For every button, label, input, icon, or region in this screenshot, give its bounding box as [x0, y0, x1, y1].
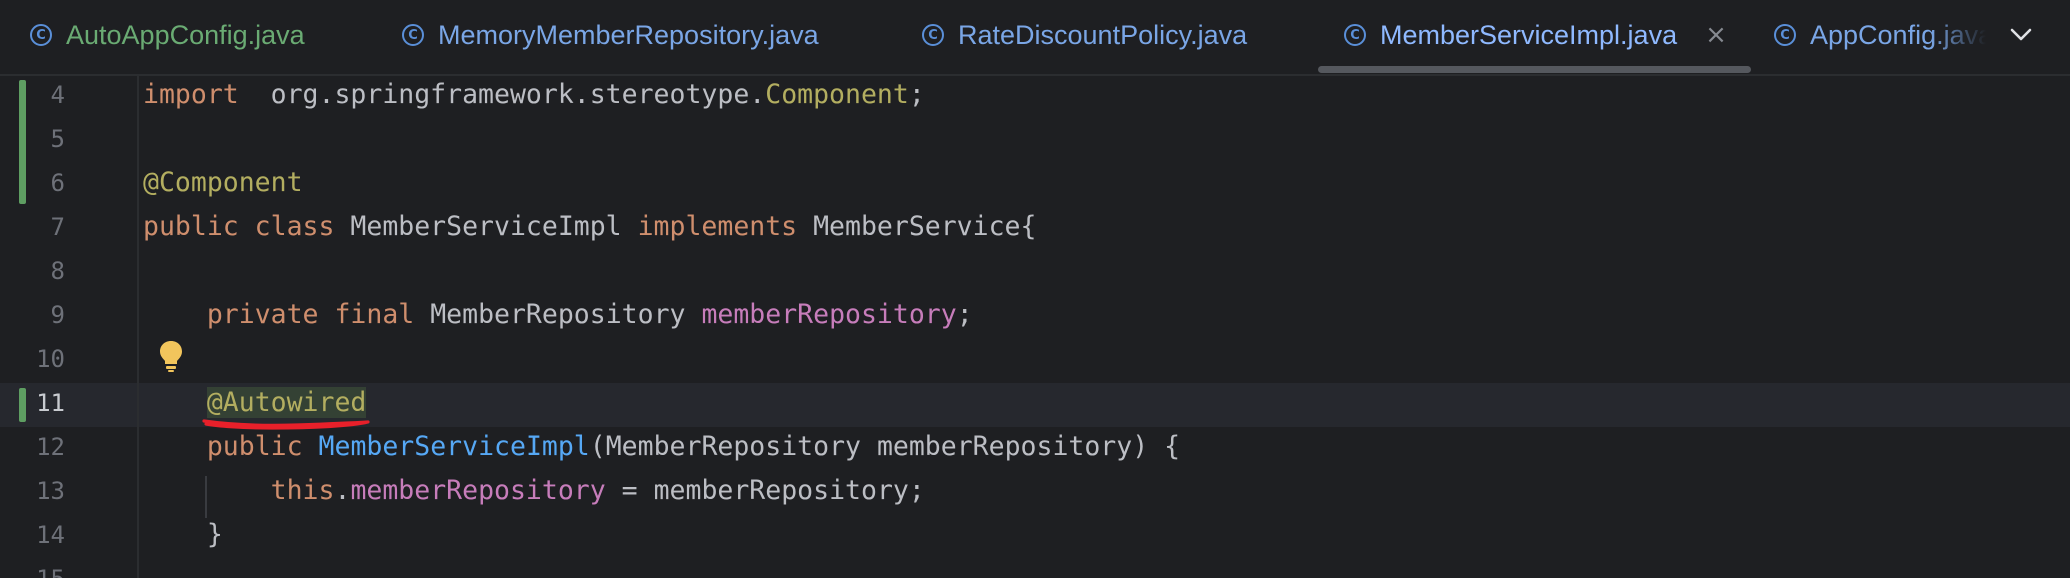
- code-text: public class MemberServiceImpl implement…: [143, 205, 1036, 249]
- line-number: 10: [36, 345, 65, 373]
- code-token: public: [206, 431, 303, 462]
- code-token: implements: [637, 211, 798, 242]
- code-token: this: [270, 475, 335, 506]
- code-token: MemberServiceImpl: [318, 431, 590, 462]
- line-number: 15: [30, 557, 65, 578]
- code-line: 12 public MemberServiceImpl(MemberReposi…: [0, 425, 2070, 469]
- tab-label: MemberServiceImpl.java: [1380, 19, 1678, 50]
- code-text: private final MemberRepository memberRep…: [143, 293, 973, 337]
- code-token: ;: [956, 299, 973, 330]
- code-text: import org.springframework.stereotype.Co…: [143, 73, 925, 117]
- code-text: }: [143, 513, 223, 557]
- code-token: .: [334, 475, 351, 506]
- code-token: Component: [765, 79, 909, 110]
- code-token: (MemberRepository memberRepository) {: [589, 431, 1181, 462]
- code-token: }: [143, 519, 223, 550]
- editor-tab-bar: C AutoAppConfig.java C MemoryMemberRepos…: [0, 0, 2070, 76]
- line-number: 4: [50, 81, 65, 109]
- chevron-down-icon[interactable]: [2004, 18, 2038, 52]
- code-line: 14 }: [0, 513, 2070, 557]
- line-number: 13: [36, 477, 65, 505]
- code-token: @Component: [143, 167, 303, 198]
- class-icon: C: [30, 24, 52, 46]
- tab-overflow-fade: [1930, 0, 2010, 70]
- class-icon: C: [402, 24, 424, 46]
- code-token: memberRepository: [350, 475, 606, 506]
- tab-label: MemoryMemberRepository.java: [438, 19, 819, 50]
- tab-memorymemberrepository[interactable]: C MemoryMemberRepository.java: [402, 0, 819, 70]
- code-editor[interactable]: 4 import org.springframework.stereotype.C…: [0, 76, 2070, 578]
- code-token: public class: [143, 211, 335, 242]
- code-token: MemberServiceImpl: [334, 211, 638, 242]
- code-token: = memberRepository;: [605, 475, 925, 506]
- tab-memberserviceimpl[interactable]: C MemberServiceImpl.java ×: [1344, 0, 1727, 70]
- code-line: 8: [0, 249, 2070, 293]
- tab-label: RateDiscountPolicy.java: [958, 19, 1248, 50]
- close-icon[interactable]: ×: [1705, 22, 1727, 48]
- code-line: 13 this.memberRepository = memberReposit…: [0, 469, 2070, 513]
- code-text: public MemberServiceImpl(MemberRepositor…: [143, 425, 1180, 469]
- code-line: 6 @Component: [0, 161, 2070, 205]
- line-number: 8: [50, 257, 65, 285]
- code-token: org.springframework.stereotype.: [238, 79, 766, 110]
- class-icon: C: [1774, 24, 1796, 46]
- tab-label: AutoAppConfig.java: [66, 19, 305, 50]
- code-token: @Autowired: [206, 387, 367, 418]
- code-line: 9 private final MemberRepository memberR…: [0, 293, 2070, 337]
- code-line: 10: [0, 337, 2070, 381]
- code-token: private final: [206, 299, 415, 330]
- class-icon: C: [922, 24, 944, 46]
- code-token: memberRepository: [701, 299, 957, 330]
- code-text: this.memberRepository = memberRepository…: [143, 469, 925, 513]
- code-line: 5: [0, 117, 2070, 161]
- class-icon: C: [1344, 24, 1366, 46]
- tab-ratediscountpolicy[interactable]: C RateDiscountPolicy.java: [922, 0, 1247, 70]
- code-token: ;: [908, 79, 925, 110]
- code-text: @Component: [143, 161, 303, 205]
- lightbulb-icon[interactable]: [158, 339, 184, 373]
- code-line: 7 public class MemberServiceImpl implemen…: [0, 205, 2070, 249]
- code-line: 15: [0, 557, 2070, 578]
- code-token: import: [143, 79, 239, 110]
- code-line: 4 import org.springframework.stereotype.C…: [0, 73, 2070, 117]
- line-number: 6: [50, 169, 65, 197]
- line-number: 7: [50, 213, 65, 241]
- active-tab-indicator: [1318, 66, 1751, 73]
- line-number: 5: [50, 125, 65, 153]
- code-token: MemberService{: [797, 211, 1037, 242]
- line-number: 11: [36, 389, 65, 417]
- tab-autoappconfig[interactable]: C AutoAppConfig.java: [30, 0, 305, 70]
- red-underline-annotation: [202, 419, 370, 430]
- line-number: 12: [36, 433, 65, 461]
- code-token: MemberRepository: [414, 299, 702, 330]
- ide-window: C AutoAppConfig.java C MemoryMemberRepos…: [0, 0, 2070, 578]
- line-number: 9: [50, 301, 65, 329]
- line-number: 14: [36, 521, 65, 549]
